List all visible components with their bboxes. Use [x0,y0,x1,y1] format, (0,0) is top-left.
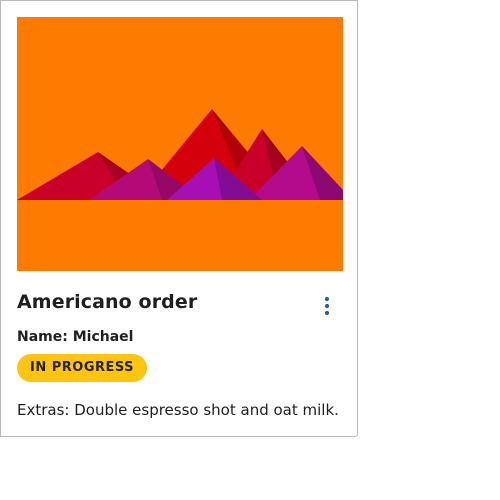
customer-name: Name: Michael [17,329,134,345]
vertical-ellipsis-icon[interactable] [319,294,335,318]
card-image [17,17,343,271]
order-card: Americano order Name: Michael IN PROGRES… [0,0,358,437]
card-title: Americano order [17,291,198,313]
mountains-illustration [17,17,343,271]
order-extras: Extras: Double espresso shot and oat mil… [17,401,339,419]
status-badge: IN PROGRESS [17,354,148,382]
